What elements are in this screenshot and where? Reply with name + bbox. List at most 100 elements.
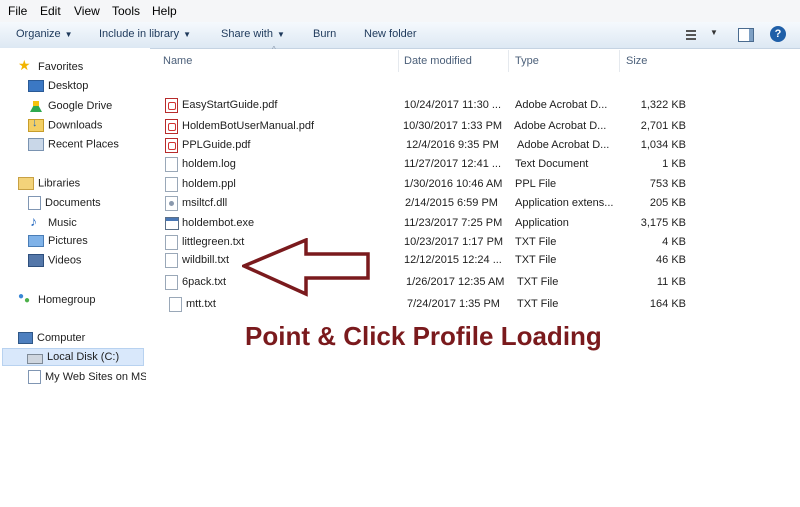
- google-drive-icon: [28, 99, 44, 113]
- nav-recent-places[interactable]: Recent Places: [28, 138, 119, 156]
- chevron-down-icon: ▼: [64, 30, 73, 39]
- nav-google-drive[interactable]: Google Drive: [28, 99, 112, 117]
- view-options-icon[interactable]: [686, 28, 700, 42]
- file-row[interactable]: wildbill.txt 12/12/2015 12:24 ... TXT Fi…: [161, 251, 691, 270]
- chevron-down-icon: ▼: [183, 30, 192, 39]
- menu-view[interactable]: View: [74, 4, 100, 18]
- file-row[interactable]: PPLGuide.pdf 12/4/2016 9:35 PM Adobe Acr…: [161, 136, 691, 155]
- file-name: littlegreen.txt: [182, 236, 245, 248]
- file-row[interactable]: littlegreen.txt 10/23/2017 1:17 PM TXT F…: [161, 233, 691, 252]
- nav-label: Desktop: [48, 80, 89, 93]
- file-size: 2,701 KB: [640, 120, 686, 132]
- column-divider[interactable]: [508, 50, 509, 72]
- burn-button[interactable]: Burn: [313, 28, 336, 40]
- file-row[interactable]: holdembot.exe 11/23/2017 7:25 PM Applica…: [161, 214, 691, 233]
- nav-local-disk[interactable]: Local Disk (C:): [2, 348, 144, 366]
- nav-label: Pictures: [48, 235, 88, 248]
- file-name: HoldemBotUserManual.pdf: [182, 120, 315, 132]
- file-type: Application: [515, 217, 569, 229]
- nav-libraries[interactable]: Libraries: [18, 177, 80, 195]
- dll-file-icon: [165, 196, 178, 211]
- file-name: holdem.ppl: [182, 178, 236, 190]
- column-header-type[interactable]: Type: [515, 55, 539, 67]
- text-file-icon: [165, 235, 178, 250]
- menu-help[interactable]: Help: [152, 4, 177, 18]
- column-divider[interactable]: [619, 50, 620, 72]
- menu-tools[interactable]: Tools: [112, 4, 140, 18]
- menu-edit[interactable]: Edit: [40, 4, 61, 18]
- file-row[interactable]: msiltcf.dll 2/14/2015 6:59 PM Applicatio…: [161, 194, 691, 213]
- file-type: Adobe Acrobat D...: [515, 99, 608, 111]
- file-date: 10/30/2017 1:33 PM: [403, 120, 503, 132]
- file-date: 1/30/2016 10:46 AM: [404, 178, 503, 190]
- nav-homegroup[interactable]: Homegroup: [18, 291, 96, 311]
- include-label: Include in library: [99, 28, 180, 40]
- preview-pane-icon[interactable]: [738, 28, 754, 42]
- menu-file[interactable]: File: [8, 4, 27, 18]
- pdf-file-icon: [165, 138, 178, 153]
- text-file-icon: [165, 275, 178, 290]
- file-type: TXT File: [517, 276, 559, 288]
- new-folder-button[interactable]: New folder: [364, 28, 417, 40]
- web-folder-icon: [28, 370, 41, 384]
- column-divider[interactable]: [398, 50, 399, 72]
- nav-label: Homegroup: [38, 294, 96, 306]
- file-name: holdem.log: [182, 158, 236, 170]
- file-name: mtt.txt: [186, 298, 216, 310]
- file-row[interactable]: mtt.txt 7/24/2017 1:35 PM TXT File 164 K…: [161, 295, 691, 314]
- downloads-icon: [28, 117, 44, 132]
- file-row[interactable]: EasyStartGuide.pdf 10/24/2017 11:30 ... …: [161, 96, 691, 115]
- nav-label: Videos: [48, 254, 82, 267]
- file-date: 7/24/2017 1:35 PM: [407, 298, 500, 310]
- file-name: 6pack.txt: [182, 276, 227, 288]
- share-label: Share with: [221, 28, 273, 40]
- file-row[interactable]: HoldemBotUserManual.pdf 10/30/2017 1:33 …: [161, 117, 691, 136]
- file-date: 2/14/2015 6:59 PM: [405, 197, 498, 209]
- nav-videos[interactable]: Videos: [28, 254, 81, 272]
- nav-label: Music: [48, 217, 77, 229]
- nav-desktop[interactable]: Desktop: [28, 80, 88, 98]
- recent-places-icon: [28, 138, 44, 151]
- text-file-icon: [169, 297, 182, 312]
- command-bar: Organize ▼ Include in library ▼ Share with…: [0, 22, 800, 49]
- file-date: 1/26/2017 12:35 AM: [406, 276, 505, 288]
- navigation-pane: Favorites Desktop Google Drive Downloads…: [0, 48, 150, 394]
- file-date: 10/24/2017 11:30 ...: [404, 99, 502, 111]
- nav-favorites[interactable]: Favorites: [18, 57, 83, 78]
- file-size: 164 KB: [649, 298, 686, 310]
- pdf-file-icon: [165, 98, 178, 113]
- nav-documents[interactable]: Documents: [28, 196, 101, 214]
- pointer-arrow-icon: [242, 238, 370, 297]
- file-type: TXT File: [515, 236, 557, 248]
- nav-music[interactable]: Music: [28, 213, 77, 234]
- file-date: 12/4/2016 9:35 PM: [406, 139, 499, 151]
- file-icon: [165, 177, 178, 192]
- nav-pictures[interactable]: Pictures: [28, 235, 88, 253]
- column-header-size[interactable]: Size: [626, 55, 647, 67]
- view-chevron-down-icon[interactable]: ▼: [710, 28, 718, 37]
- help-icon[interactable]: ?: [770, 26, 786, 42]
- menu-bar: File Edit View Tools Help: [0, 0, 800, 23]
- include-in-library-button[interactable]: Include in library ▼: [99, 28, 191, 40]
- nav-my-web-sites[interactable]: My Web Sites on MS: [28, 370, 146, 388]
- application-icon: [165, 217, 179, 230]
- nav-downloads[interactable]: Downloads: [28, 117, 102, 137]
- organize-label: Organize: [16, 28, 61, 40]
- file-date: 11/27/2017 12:41 ...: [404, 158, 502, 170]
- file-row[interactable]: 6pack.txt 1/26/2017 12:35 AM TXT File 11…: [161, 273, 691, 292]
- share-with-button[interactable]: Share with ▼: [221, 28, 285, 40]
- chevron-down-icon: ▼: [276, 30, 285, 39]
- column-header-name[interactable]: Name: [163, 55, 192, 67]
- nav-label: Documents: [45, 197, 101, 209]
- file-row[interactable]: holdem.log 11/27/2017 12:41 ... Text Doc…: [161, 155, 691, 174]
- file-size: 1,322 KB: [640, 99, 686, 111]
- nav-label: Google Drive: [48, 100, 113, 112]
- documents-icon: [28, 196, 41, 210]
- organize-button[interactable]: Organize ▼: [16, 28, 73, 40]
- nav-label: My Web Sites on MS: [45, 371, 146, 383]
- music-icon: [28, 213, 44, 230]
- file-type: Adobe Acrobat D...: [514, 120, 607, 132]
- file-row[interactable]: holdem.ppl 1/30/2016 10:46 AM PPL File 7…: [161, 175, 691, 194]
- column-header-date[interactable]: Date modified: [404, 55, 472, 67]
- hard-disk-icon: [27, 354, 43, 365]
